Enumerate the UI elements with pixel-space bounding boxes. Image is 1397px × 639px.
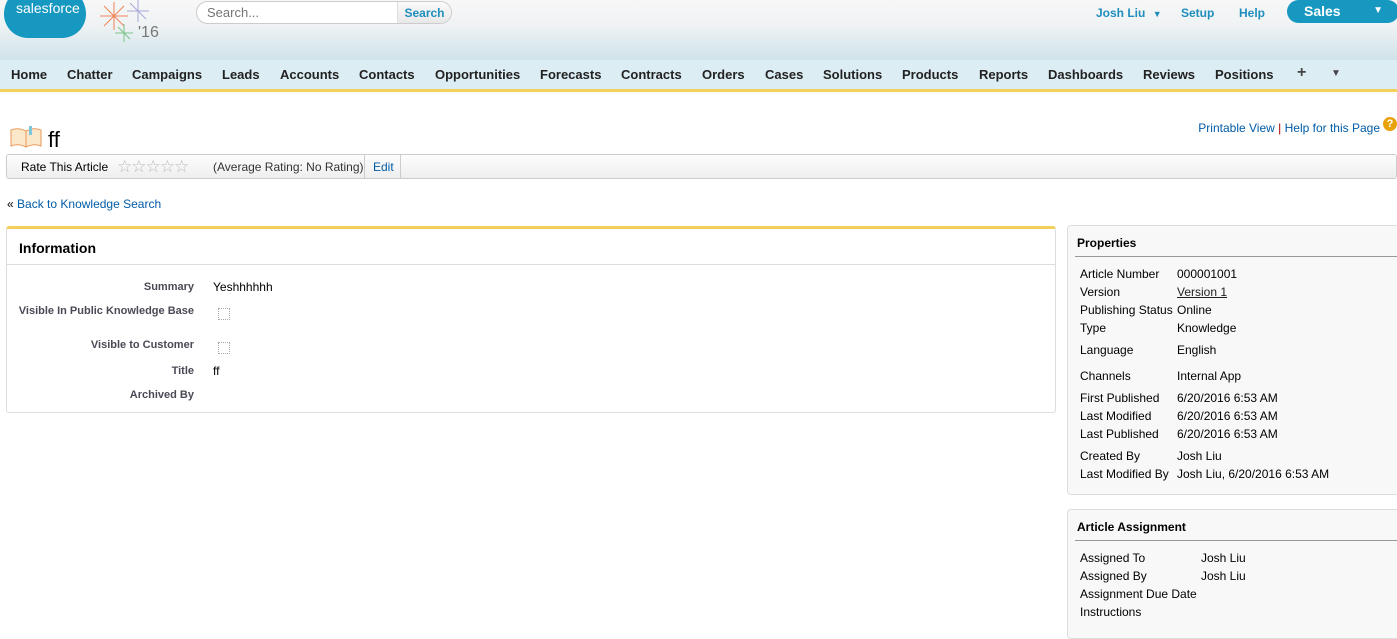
tab-leads[interactable]: Leads <box>222 67 260 82</box>
back-to-knowledge-search-link[interactable]: Back to Knowledge Search <box>17 197 161 211</box>
divider <box>7 264 1055 265</box>
field-label: Archived By <box>129 389 194 401</box>
tab-home[interactable]: Home <box>11 67 47 82</box>
prop-value: Knowledge <box>1177 321 1237 335</box>
tab-accounts[interactable]: Accounts <box>280 67 339 82</box>
assign-value: Josh Liu <box>1201 551 1246 565</box>
tab-campaigns[interactable]: Campaigns <box>132 67 202 82</box>
app-name: Sales <box>1304 3 1341 19</box>
release-label: '16 <box>138 24 159 41</box>
title-value: ff <box>213 364 220 378</box>
divider <box>400 155 401 178</box>
prop-label: Channels <box>1080 369 1131 383</box>
tab-opportunities[interactable]: Opportunities <box>435 67 520 82</box>
back-arrow-icon: « <box>7 197 14 211</box>
assign-value: Josh Liu <box>1201 569 1246 583</box>
rate-article-label: Rate This Article <box>21 160 109 174</box>
panel-title: Article Assignment <box>1077 520 1186 534</box>
salesforce-logo[interactable]: salesforce <box>4 0 86 38</box>
prop-value: 6/20/2016 6:53 AM <box>1177 409 1278 423</box>
prop-label: Version <box>1080 285 1121 299</box>
printable-view-link[interactable]: Printable View <box>1198 121 1275 135</box>
tab-cases[interactable]: Cases <box>765 67 803 82</box>
prop-label: Last Modified By <box>1080 467 1169 481</box>
search-box: Search <box>196 1 452 24</box>
knowledge-book-icon <box>10 126 42 148</box>
public-kb-checkbox <box>218 308 230 320</box>
visible-customer-checkbox <box>218 342 230 354</box>
separator: | <box>1278 121 1282 135</box>
prop-value: Josh Liu <box>1177 449 1222 463</box>
search-button[interactable]: Search <box>397 2 451 23</box>
assign-label: Assigned To <box>1080 551 1146 565</box>
divider <box>364 155 365 178</box>
assign-label: Instructions <box>1080 605 1142 619</box>
tab-chatter[interactable]: Chatter <box>67 67 113 82</box>
divider <box>1075 256 1397 257</box>
average-rating: (Average Rating: No Rating) <box>213 160 364 174</box>
tab-forecasts[interactable]: Forecasts <box>540 67 601 82</box>
field-label: Title <box>171 365 194 377</box>
prop-value: English <box>1177 343 1217 357</box>
prop-value: 6/20/2016 6:53 AM <box>1177 427 1278 441</box>
edit-button[interactable]: Edit <box>373 160 394 174</box>
tab-reviews[interactable]: Reviews <box>1143 67 1195 82</box>
tab-contracts[interactable]: Contracts <box>621 67 682 82</box>
tab-dashboards[interactable]: Dashboards <box>1048 67 1123 82</box>
page-title: ff <box>48 127 60 152</box>
tab-contacts[interactable]: Contacts <box>359 67 415 82</box>
plus-icon[interactable]: + <box>1297 64 1306 82</box>
prop-label: Language <box>1080 343 1134 357</box>
help-link[interactable]: Help <box>1239 6 1265 20</box>
tab-products[interactable]: Products <box>902 67 958 82</box>
tab-reports[interactable]: Reports <box>979 67 1028 82</box>
app-switcher[interactable]: Sales ▼ <box>1287 0 1397 23</box>
tab-orders[interactable]: Orders <box>702 67 745 82</box>
page-links: Printable View | Help for this Page <box>1198 121 1380 135</box>
summary-value: Yeshhhhhh <box>213 280 273 294</box>
prop-label: Article Number <box>1080 267 1160 281</box>
chevron-down-icon: ▼ <box>1373 5 1383 16</box>
field-label: Visible to Customer <box>90 339 194 351</box>
version-link[interactable]: Version 1 <box>1177 285 1227 299</box>
search-input[interactable] <box>197 2 397 23</box>
user-menu[interactable]: Josh Liu ▼ <box>1096 6 1162 20</box>
prop-label: Type <box>1080 321 1107 335</box>
field-label: Summary <box>143 281 194 293</box>
help-icon[interactable]: ? <box>1383 117 1397 131</box>
help-for-page-link[interactable]: Help for this Page <box>1285 121 1380 135</box>
star-rating-input[interactable]: ☆☆☆☆☆ <box>117 157 189 177</box>
panel-title: Properties <box>1077 236 1137 250</box>
prop-value: 6/20/2016 6:53 AM <box>1177 391 1278 405</box>
information-section: Information Summary Yeshhhhhh Visible In… <box>6 226 1056 413</box>
header: salesforce '16 Search Josh Liu ▼ Setup H… <box>0 0 1397 60</box>
prop-value: Josh Liu, 6/20/2016 6:53 AM <box>1177 467 1330 481</box>
assign-label: Assigned By <box>1080 569 1147 583</box>
assign-label: Assignment Due Date <box>1080 587 1197 601</box>
prop-label: Created By <box>1080 449 1141 463</box>
setup-link[interactable]: Setup <box>1181 6 1214 20</box>
rating-bar: Rate This Article ☆☆☆☆☆ (Average Rating:… <box>6 154 1397 179</box>
prop-value: 000001001 <box>1177 267 1238 281</box>
chevron-down-icon: ▼ <box>1152 9 1162 19</box>
tab-positions[interactable]: Positions <box>1215 67 1274 82</box>
article-assignment-panel: Article Assignment Assigned To Josh Liu A… <box>1067 509 1397 639</box>
prop-label: Last Published <box>1080 427 1159 441</box>
prop-value: Online <box>1177 303 1212 317</box>
prop-label: First Published <box>1080 391 1160 405</box>
field-label: Visible In Public Knowledge Base <box>18 305 194 317</box>
more-tabs-icon[interactable]: ▼ <box>1331 68 1341 79</box>
prop-label: Publishing Status <box>1080 303 1173 317</box>
prop-value: Internal App <box>1177 369 1242 383</box>
properties-panel: Properties Article Number 000001001 Versi… <box>1067 225 1397 495</box>
tab-solutions[interactable]: Solutions <box>823 67 882 82</box>
prop-label: Last Modified <box>1080 409 1152 423</box>
user-name: Josh Liu <box>1096 6 1146 20</box>
divider <box>1075 540 1397 541</box>
tab-bar: Home Chatter Campaigns Leads Accounts Co… <box>0 60 1397 92</box>
section-title: Information <box>19 240 96 256</box>
back-link-row: « Back to Knowledge Search <box>7 197 161 211</box>
